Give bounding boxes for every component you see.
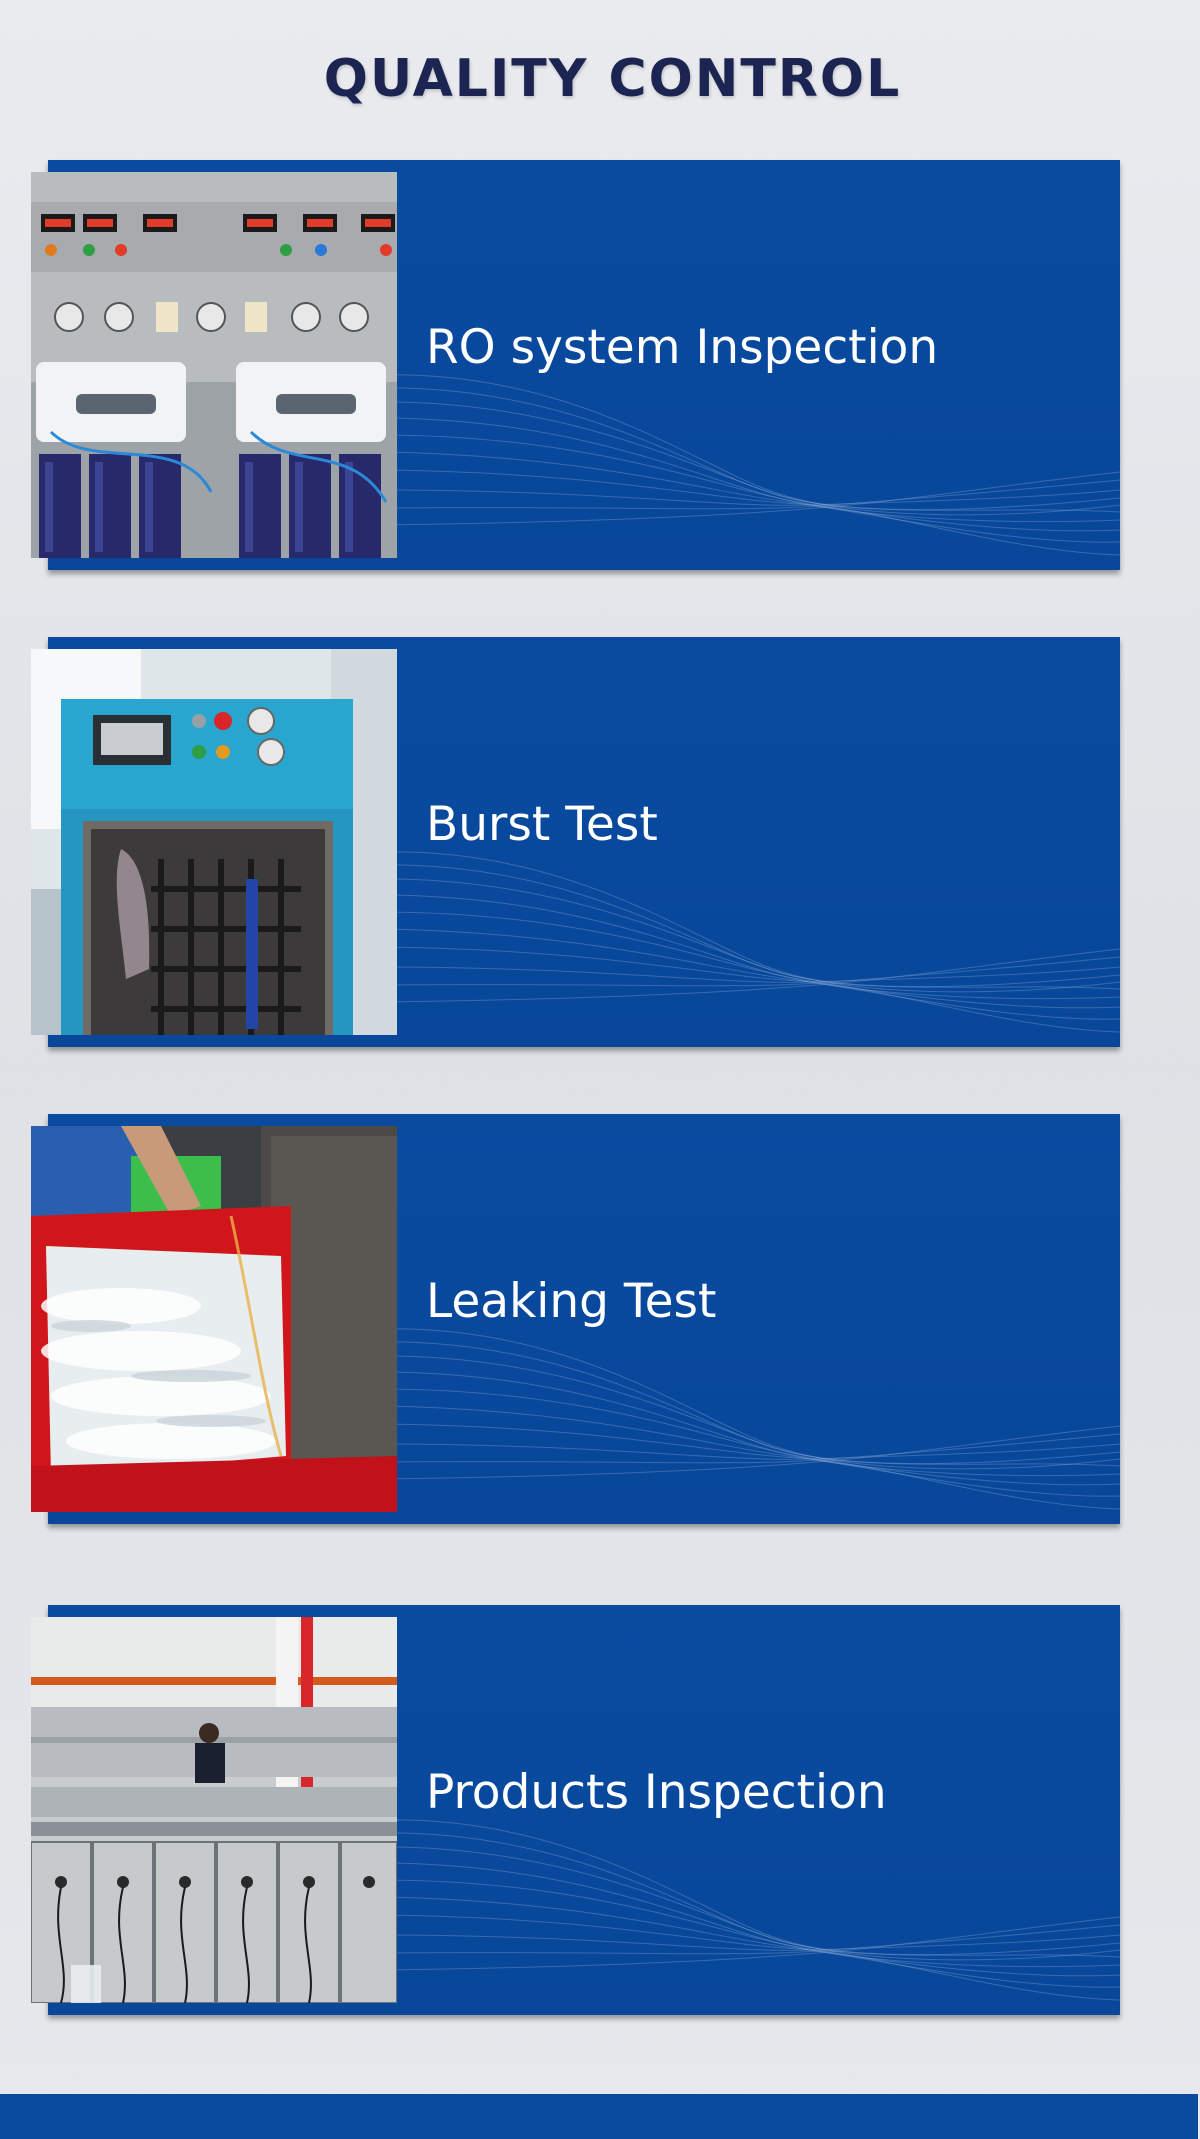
qc-card-ro-system-inspection: RO system Inspection <box>31 160 1120 570</box>
card-label: RO system Inspection <box>426 320 939 375</box>
qc-card-burst-test: Burst Test <box>31 637 1120 1047</box>
page-title: QUALITY CONTROL <box>323 49 902 109</box>
leak-test-water-tank-photo <box>31 1126 397 1512</box>
burst-test-chamber-photo <box>31 649 397 1035</box>
qc-card-products-inspection: Products Inspection <box>31 1605 1120 2015</box>
card-label: Burst Test <box>426 797 658 852</box>
footer-bar <box>0 2094 1198 2139</box>
ro-system-test-bench-photo <box>31 172 397 558</box>
card-label: Leaking Test <box>426 1274 717 1329</box>
products-inspection-floor-photo <box>31 1617 397 2003</box>
qc-card-leaking-test: Leaking Test <box>31 1114 1120 1524</box>
card-label: Products Inspection <box>426 1765 887 1820</box>
